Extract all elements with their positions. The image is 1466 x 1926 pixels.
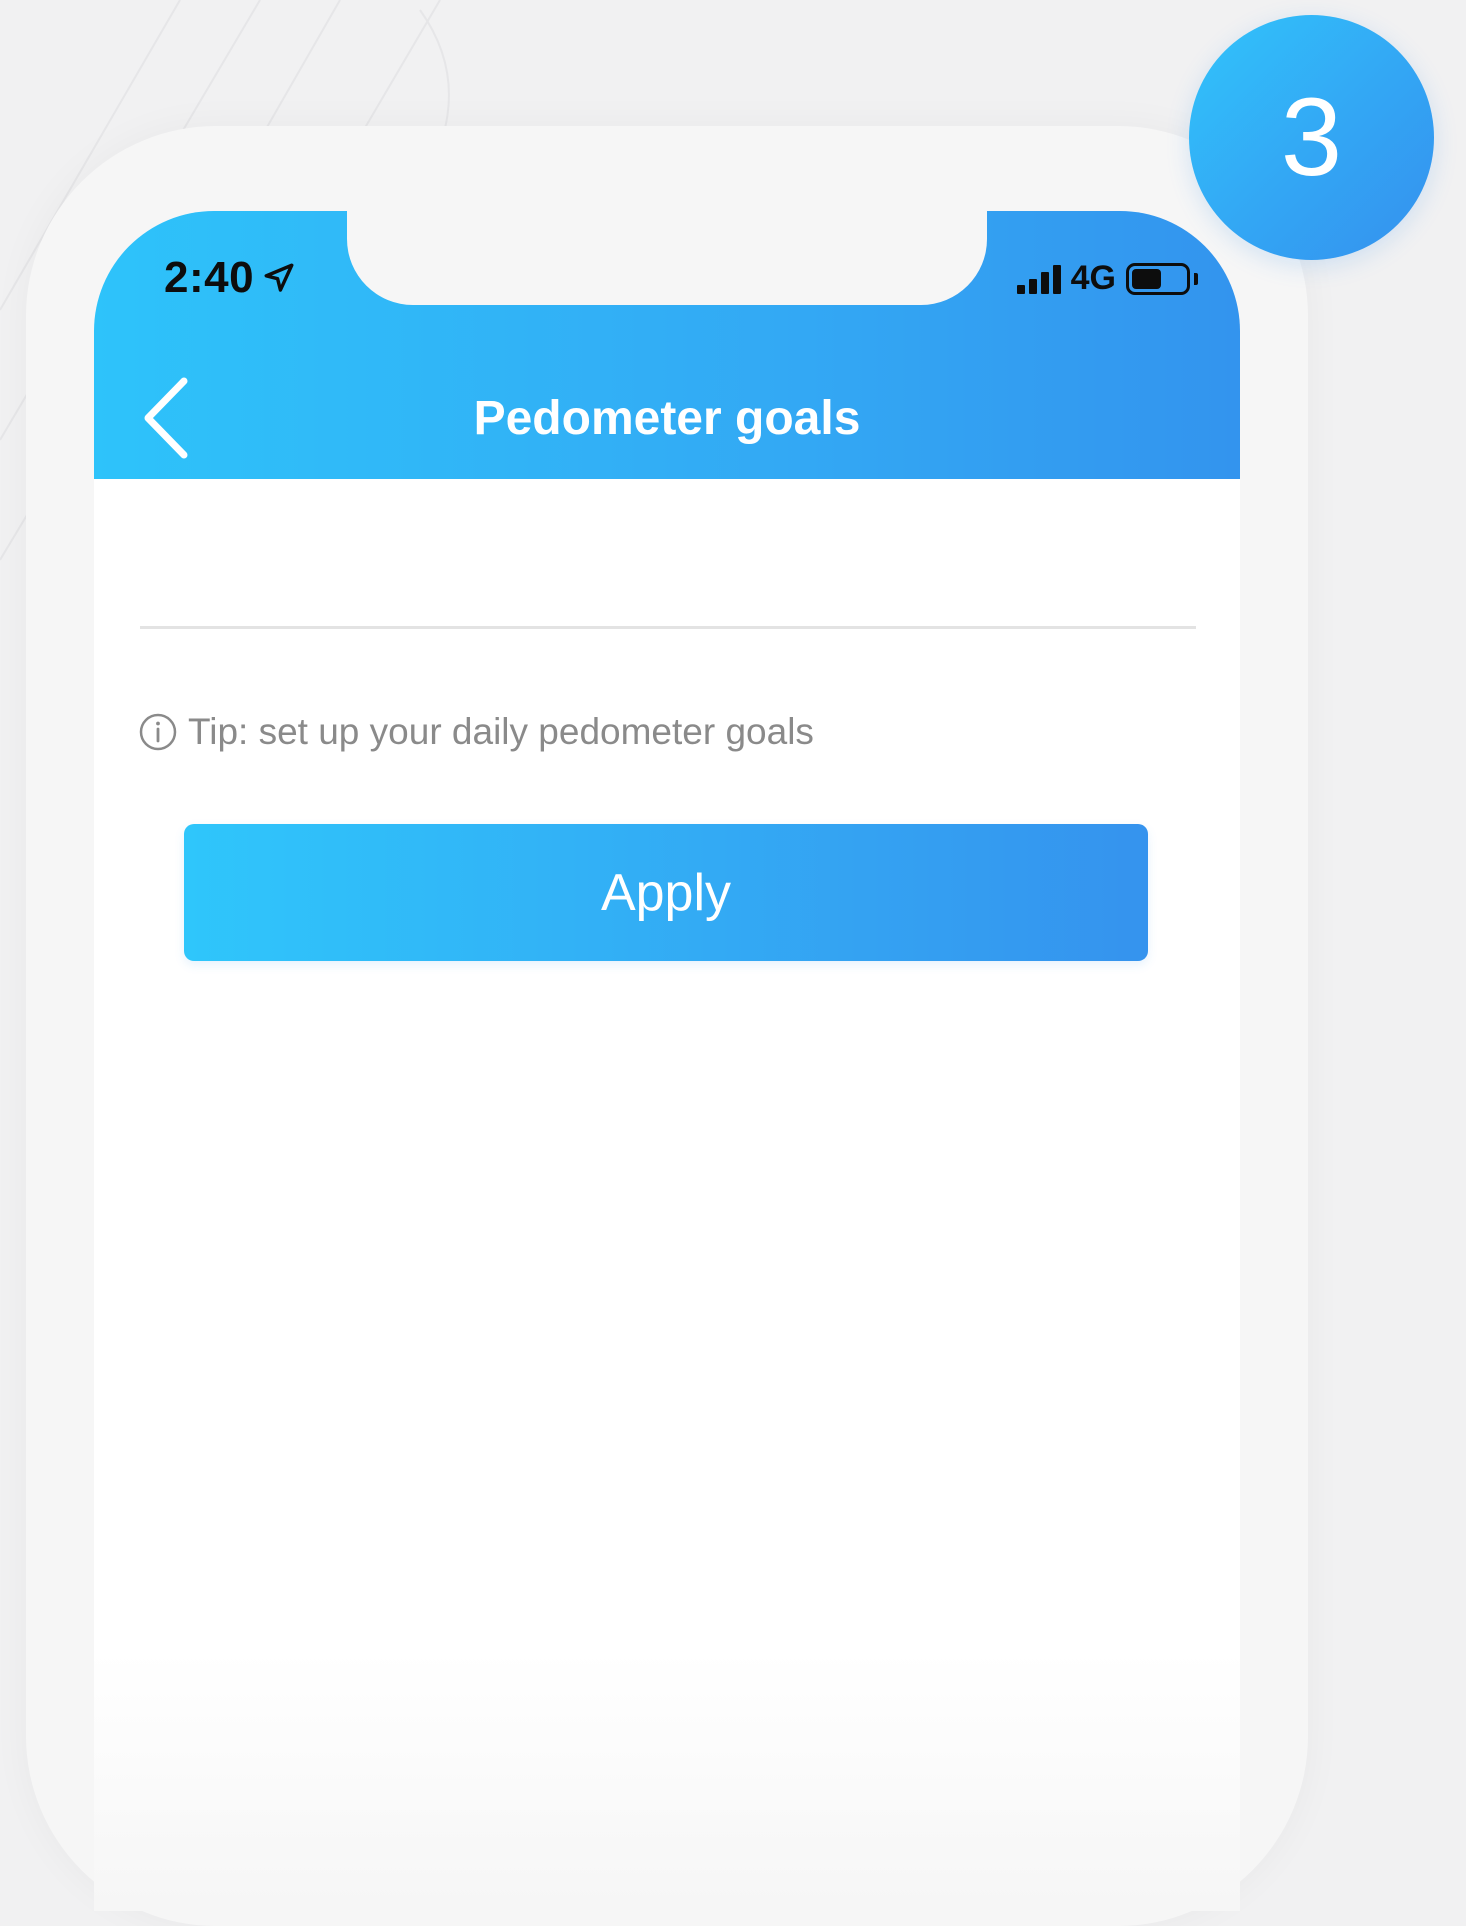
battery-tip xyxy=(1194,272,1198,285)
tip-row: Tip: set up your daily pedometer goals xyxy=(138,711,814,753)
battery-icon xyxy=(1126,262,1190,295)
bottom-fade xyxy=(94,1651,1240,1911)
status-time-text: 2:40 xyxy=(164,253,255,302)
tip-text: Tip: set up your daily pedometer goals xyxy=(188,711,814,752)
status-bar-indicators: 4G xyxy=(1016,259,1198,298)
step-number-badge: 3 xyxy=(1189,15,1434,260)
page-title: Pedometer goals xyxy=(473,392,861,445)
status-bar-time: 2:40 xyxy=(164,253,296,303)
goal-input[interactable] xyxy=(140,541,1196,629)
network-type: 4G xyxy=(1070,259,1116,297)
info-icon xyxy=(139,713,177,751)
signal-bars-icon xyxy=(1016,264,1061,294)
app-screen: 2:40 4G Pedometer goals Tip: set up your… xyxy=(94,211,1240,1911)
device-notch xyxy=(347,211,987,305)
apply-button[interactable]: Apply xyxy=(184,824,1148,961)
location-arrow-icon xyxy=(264,263,294,292)
